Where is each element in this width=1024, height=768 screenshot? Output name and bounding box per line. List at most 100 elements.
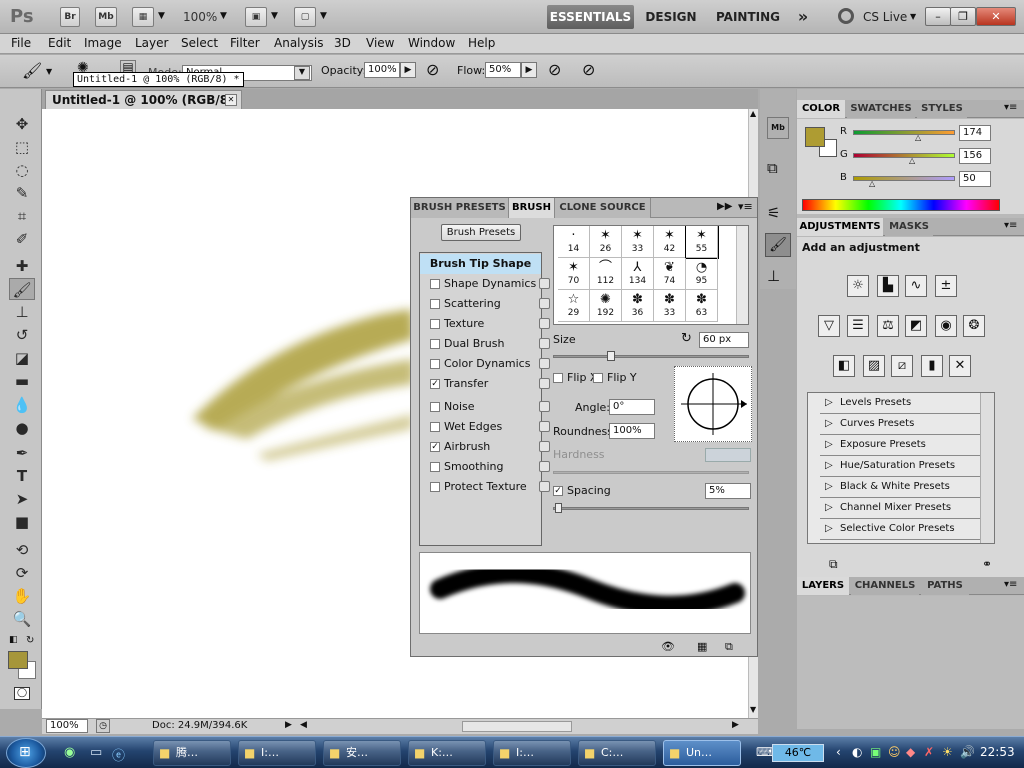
lock-icon[interactable] xyxy=(539,298,550,309)
scroll-up-icon[interactable]: ▲ xyxy=(750,109,756,118)
checkbox[interactable] xyxy=(430,482,440,492)
history-panel-icon[interactable]: ⧉ xyxy=(767,159,778,177)
blur-tool-icon[interactable]: 💧 xyxy=(9,394,35,416)
flow-field[interactable]: 50% xyxy=(485,62,521,78)
gradient-tool-icon[interactable]: ▬ xyxy=(9,370,35,392)
checkbox[interactable] xyxy=(430,422,440,432)
adjustment-preset-item[interactable]: Curves Presets xyxy=(820,414,992,435)
adjustment-preset-item[interactable]: Levels Presets xyxy=(820,393,992,414)
chevron-down-icon[interactable]: ▼ xyxy=(220,11,227,21)
brush-option-protect-texture[interactable]: Protect Texture xyxy=(430,477,550,497)
brush-tip[interactable]: ✶ 42 xyxy=(654,226,686,258)
panel-menu-icon[interactable]: ▾≡ xyxy=(1004,102,1017,113)
adjustment-preset-item[interactable]: Black & White Presets xyxy=(820,477,992,498)
rectangle-tool-icon[interactable]: ■ xyxy=(9,511,35,533)
taskbar-item[interactable]: 安… xyxy=(323,740,401,766)
quicklaunch-icon[interactable]: ◉ xyxy=(64,745,75,760)
lasso-tool-icon[interactable]: ◌ xyxy=(9,159,35,181)
crop-tool-icon[interactable]: ⌗ xyxy=(9,205,35,227)
menu-analysis[interactable]: Analysis xyxy=(274,36,323,50)
brush-option-color-dynamics[interactable]: Color Dynamics xyxy=(430,354,550,374)
taskbar-item[interactable]: K:… xyxy=(408,740,486,766)
opacity-slider-icon[interactable]: ▶ xyxy=(400,62,416,78)
lock-icon[interactable] xyxy=(539,441,550,452)
scroll-left-icon[interactable]: ◀ xyxy=(300,720,307,730)
tab-clone-source[interactable]: CLONE SOURCE xyxy=(555,198,651,218)
menu-image[interactable]: Image xyxy=(84,36,122,50)
start-button[interactable]: ⊞ xyxy=(6,738,46,768)
foreground-color-swatch[interactable] xyxy=(8,651,28,669)
tab-channels[interactable]: CHANNELS xyxy=(851,577,919,595)
clone-source-panel-icon[interactable]: ⊥ xyxy=(767,267,780,285)
panel-menu-icon[interactable]: ▾≡ xyxy=(1004,220,1017,231)
blue-field[interactable]: 50 xyxy=(959,171,991,187)
black-white-icon[interactable]: ◩ xyxy=(905,315,927,337)
brush-tip[interactable]: ◔ 95 xyxy=(686,258,718,290)
green-field[interactable]: 156 xyxy=(959,148,991,164)
restore-button[interactable]: ❐ xyxy=(950,7,976,26)
brush-panel-icon[interactable]: 🖌 xyxy=(765,233,791,257)
spacing-checkbox[interactable]: ✓ Spacing xyxy=(553,484,611,497)
lock-icon[interactable] xyxy=(539,338,550,349)
3d-orbit-tool-icon[interactable]: ⟳ xyxy=(9,562,35,584)
lock-icon[interactable] xyxy=(539,378,550,389)
taskbar-item[interactable]: 腾… xyxy=(153,740,231,766)
menu-3d[interactable]: 3D xyxy=(334,36,351,50)
new-preset-icon[interactable]: ⧉ xyxy=(725,640,733,654)
brush-tip[interactable]: ✶ 26 xyxy=(590,226,622,258)
eraser-tool-icon[interactable]: ◪ xyxy=(9,347,35,369)
clip-icon[interactable]: ⚭ xyxy=(982,557,992,571)
brush-option-texture[interactable]: Texture xyxy=(430,314,550,334)
size-slider-thumb[interactable] xyxy=(607,351,615,361)
brush-tip[interactable]: ✶ 33 xyxy=(622,226,654,258)
gradient-map-icon[interactable]: ▮ xyxy=(921,355,943,377)
brush-tip[interactable]: ❦ 74 xyxy=(654,258,686,290)
collapse-panel-icon[interactable]: ▶▶ xyxy=(717,201,732,212)
scroll-right-icon[interactable]: ▶ xyxy=(732,720,739,730)
curves-icon[interactable]: ∿ xyxy=(905,275,927,297)
brush-presets-button[interactable]: Brush Presets xyxy=(441,224,521,241)
eyedropper-tool-icon[interactable]: ✐ xyxy=(9,228,35,250)
hue-saturation-icon[interactable]: ☰ xyxy=(847,315,869,337)
zoom-field[interactable]: 100% xyxy=(46,719,88,733)
mini-bridge-panel-icon[interactable]: Mb xyxy=(767,117,789,139)
swap-colors-icon[interactable]: ↻ xyxy=(26,635,34,646)
tablet-opacity-icon[interactable]: ⊘ xyxy=(426,60,439,79)
opacity-field[interactable]: 100% xyxy=(364,62,400,78)
tab-styles[interactable]: STYLES xyxy=(917,100,967,118)
close-tab-icon[interactable]: ✕ xyxy=(225,94,237,106)
chevron-down-icon[interactable]: ▼ xyxy=(46,67,52,76)
channel-mixer-icon[interactable]: ❂ xyxy=(963,315,985,337)
volume-icon[interactable]: 🔊 xyxy=(960,745,975,759)
path-selection-tool-icon[interactable]: ➤ xyxy=(9,488,35,510)
checkbox[interactable] xyxy=(430,299,440,309)
menu-help[interactable]: Help xyxy=(468,36,495,50)
chevron-down-icon[interactable]: ▼ xyxy=(158,11,165,21)
roundness-field[interactable]: 100% xyxy=(609,423,655,439)
airbrush-icon[interactable]: ⊘ xyxy=(548,60,561,79)
taskbar-item-active[interactable]: Un… xyxy=(663,740,741,766)
brush-tip[interactable]: ☆ 29 xyxy=(558,290,590,322)
checkbox[interactable] xyxy=(430,339,440,349)
taskbar-item[interactable]: I:… xyxy=(238,740,316,766)
workspace-design[interactable]: DESIGN xyxy=(640,5,702,29)
tray-expand-icon[interactable]: ‹ xyxy=(836,745,841,759)
tab-adjustments[interactable]: ADJUSTMENTS xyxy=(797,218,883,236)
red-slider[interactable] xyxy=(853,130,955,135)
brush-option-scattering[interactable]: Scattering xyxy=(430,294,550,314)
menu-window[interactable]: Window xyxy=(408,36,455,50)
clock[interactable]: 22:53 xyxy=(980,745,1015,759)
brush-tip[interactable]: ⌒ 112 xyxy=(590,258,622,290)
brush-angle-widget[interactable] xyxy=(674,366,752,442)
healing-brush-tool-icon[interactable]: ✚ xyxy=(9,255,35,277)
checkbox[interactable] xyxy=(430,319,440,329)
lock-icon[interactable] xyxy=(539,421,550,432)
brush-tip[interactable]: ✶ 55 xyxy=(685,226,719,259)
flip-y-checkbox[interactable]: Flip Y xyxy=(593,371,637,384)
taskbar-item[interactable]: C:… xyxy=(578,740,656,766)
minimize-button[interactable]: – xyxy=(925,7,951,26)
brush-tip-grid[interactable]: · 14 ✶ 26 ✶ 33 ✶ 42 ✶ 55 ✶ 70 ⌒ 112 ⅄ 134 ❦ 74 ◔ 95 ☆ 29 ✺ 192 ✽… xyxy=(553,225,749,325)
menu-filter[interactable]: Filter xyxy=(230,36,260,50)
color-spectrum-ramp[interactable] xyxy=(802,199,1000,211)
taskbar-item[interactable]: I:… xyxy=(493,740,571,766)
